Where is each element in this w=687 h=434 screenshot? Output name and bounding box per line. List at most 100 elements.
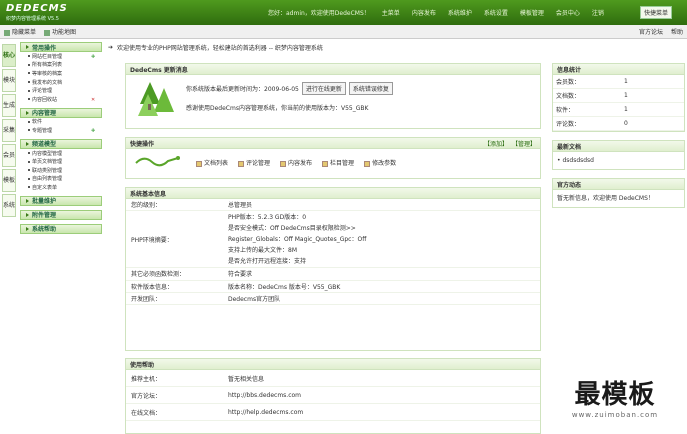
sidebar-item[interactable]: 单页文档管理	[20, 157, 102, 166]
stats-title: 信息统计	[553, 64, 684, 75]
topnav-member-center[interactable]: 会员中心	[556, 8, 580, 17]
arrow-right-icon	[26, 110, 29, 115]
bullet-icon	[28, 89, 30, 92]
quick-link[interactable]: 栏目管理	[322, 158, 354, 167]
sidebar-group-header[interactable]: 批量维护	[20, 195, 102, 206]
vtab-1[interactable]: 模块	[2, 69, 16, 92]
vtab-0[interactable]: 核心	[2, 44, 16, 67]
function-map-button[interactable]: 功能地图	[44, 27, 76, 36]
sidebar-group-header[interactable]: 频道模型	[20, 138, 102, 149]
action-icon[interactable]: ✕	[91, 97, 96, 103]
sidebar-item[interactable]: 评论管理	[20, 86, 102, 95]
sidebar-group-header[interactable]: 附件管理	[20, 209, 102, 220]
sidebar-item[interactable]: 软件	[20, 118, 102, 127]
help-row: 推荐主机： 暂无相关信息	[126, 370, 540, 387]
sidebar-item-label: 内容模型管理	[32, 150, 63, 157]
forum-link[interactable]: 官方论坛	[639, 27, 663, 36]
wave-icon	[135, 156, 180, 167]
top-header: DEDECMS 织梦内容管理系统 V5.5 您好：admin，欢迎使用DedeC…	[0, 0, 687, 25]
stats-panel: 信息统计 会员数： 1 文档数： 1 软件： 1 评论数： 0	[552, 63, 685, 132]
sidebar-item[interactable]: 网站栏目管理 ✚	[20, 52, 102, 61]
sidebar-group-header[interactable]: 内容管理	[20, 107, 102, 118]
vtab-2[interactable]: 生成	[2, 94, 16, 117]
online-update-button[interactable]: 进行在线更新	[301, 82, 346, 95]
quick-actions-panel: 快捷操作 【添加】 【管理】 文档列表 评论管理 内容发布 栏目管理 修改参数	[125, 137, 541, 179]
topnav-settings[interactable]: 系统设置	[484, 8, 508, 17]
info-row: PHP环境摘要： PHP版本：5.2.3 GD版本：0 是否安全模式：Off Ded…	[126, 211, 540, 269]
sidebar-item[interactable]: 自由列表管理	[20, 175, 102, 184]
vtab-6[interactable]: 系统	[2, 194, 16, 217]
quick-actions-header: 快捷操作 【添加】 【管理】	[126, 138, 540, 149]
info-key: PHP环境摘要：	[131, 237, 173, 245]
sidebar-item[interactable]: 等审核的档案	[20, 69, 102, 78]
help-link[interactable]: 帮助	[671, 27, 683, 36]
quick-link[interactable]: 评论管理	[238, 158, 270, 167]
info-subvalue: 支持上传的最大文件：8M	[228, 247, 297, 255]
right-column: 信息统计 会员数： 1 文档数： 1 软件： 1 评论数： 0 最新文档 • dsdsdsds…	[552, 63, 685, 216]
info-subvalue: PHP版本：5.2.3 GD版本：0	[228, 214, 307, 222]
info-subvalue: 是否安全模式：Off DedeCms目录权限检测>>	[228, 225, 356, 233]
latest-docs-title: 最新文档	[553, 141, 684, 152]
help-key: 官方论坛：	[131, 392, 162, 400]
bullet-icon	[28, 186, 30, 189]
sidebar-item[interactable]: 内容回收站 ✕	[20, 95, 102, 104]
help-value[interactable]: http://help.dedecms.com	[224, 409, 540, 416]
quick-link[interactable]: 内容发布	[280, 158, 312, 167]
vtab-5[interactable]: 模板	[2, 169, 16, 192]
quick-manage-link[interactable]: 【管理】	[512, 139, 536, 148]
stat-value: 1	[624, 106, 628, 113]
topnav-maintenance[interactable]: 系统维护	[448, 8, 472, 17]
sidebar-group: 系统帮助	[20, 223, 102, 234]
quick-link[interactable]: 文档列表	[196, 158, 228, 167]
quick-link-icon	[364, 160, 371, 167]
sidebar-item[interactable]: 专题管理 ✚	[20, 126, 102, 135]
sidebar-item-label: 软件	[32, 119, 43, 126]
sidebar-item[interactable]: 所有档案列表	[20, 61, 102, 70]
toolbar: 隐藏菜单 功能地图 官方论坛 帮助	[0, 25, 687, 39]
bullet-icon	[28, 98, 30, 101]
bullet-icon	[28, 55, 30, 58]
sidebar-group-header[interactable]: 常用操作	[20, 42, 102, 52]
official-news-text: 暂无新信息，欢迎使用 DedeCMS！	[557, 195, 654, 202]
sidebar-group-title: 频道模型	[32, 141, 57, 149]
sidebar-item[interactable]: 内容模型管理	[20, 149, 102, 158]
info-row: 软件版本信息： 版本名称：DedeCms 版本号：V55_GBK	[126, 281, 540, 293]
quick-add-link[interactable]: 【添加】	[484, 139, 508, 148]
latest-docs-panel: 最新文档 • dsdsdsdsd	[552, 140, 685, 170]
vtab-4[interactable]: 会员	[2, 144, 16, 167]
sidebar-item[interactable]: 联动类别管理	[20, 166, 102, 175]
add-icon[interactable]: ✚	[91, 128, 96, 134]
vertical-tabs: 核心 模块 生成 采集 会员 模板 系统	[2, 44, 17, 219]
stat-key: 文档数：	[556, 93, 581, 100]
arrow-right-icon	[26, 198, 29, 203]
info-value: 符合要求	[228, 271, 253, 279]
sidebar-item[interactable]: 自定义表单	[20, 183, 102, 192]
system-info-title: 系统基本信息	[126, 188, 540, 199]
version-update-time: 你系统版本最后更新时间为：2009-06-05	[186, 86, 299, 93]
arrow-right-icon	[26, 212, 29, 217]
quick-menu-select[interactable]: 快捷菜单	[640, 6, 673, 19]
bullet-icon	[28, 152, 30, 155]
error-repair-button[interactable]: 系统错误修复	[348, 82, 393, 95]
hide-menu-label: 隐藏菜单	[12, 29, 37, 36]
bullet-icon	[28, 81, 30, 84]
topnav-templates[interactable]: 模板管理	[520, 8, 544, 17]
topnav-logout[interactable]: 注销	[592, 8, 604, 17]
stat-row: 会员数： 1	[553, 75, 684, 89]
help-value: 暂无相关信息	[228, 375, 265, 383]
top-nav: 您好：admin，欢迎使用DedeCMS！ 主菜单 内容发布 系统维护 系统设置…	[268, 8, 604, 17]
action-icon[interactable]: ✚	[91, 54, 96, 60]
vtab-3[interactable]: 采集	[2, 119, 16, 142]
hide-menu-button[interactable]: 隐藏菜单	[4, 27, 36, 36]
help-value[interactable]: http://bbs.dedecms.com	[224, 392, 540, 399]
quick-link[interactable]: 修改参数	[364, 158, 396, 167]
latest-doc-item[interactable]: • dsdsdsdsd	[553, 152, 684, 169]
sidebar-item[interactable]: 我发布的文档	[20, 78, 102, 87]
bullet-icon	[28, 169, 30, 172]
topnav-main-menu[interactable]: 主菜单	[382, 8, 400, 17]
quick-link-label: 内容发布	[288, 160, 313, 167]
bullet-icon	[28, 129, 30, 132]
welcome-text: 欢迎使用专业的PHP网站管理系统，轻松建站的首选利器 -- 织梦内容管理系统	[117, 44, 323, 52]
topnav-publish[interactable]: 内容发布	[412, 8, 436, 17]
sidebar-group-header[interactable]: 系统帮助	[20, 223, 102, 234]
